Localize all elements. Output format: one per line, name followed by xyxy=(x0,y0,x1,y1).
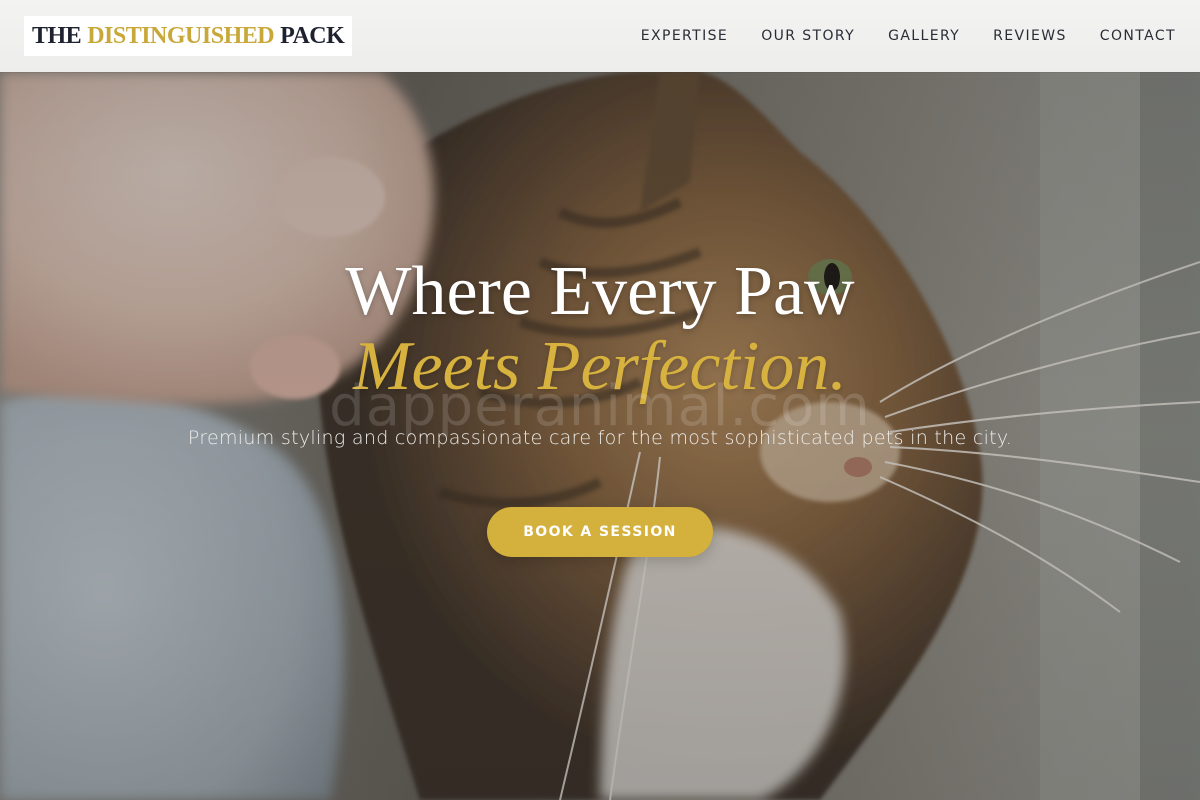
nav-link-our-story[interactable]: OUR STORY xyxy=(761,28,855,44)
hero-headline-line1: Where Every Paw xyxy=(345,253,855,330)
hero-section: Where Every Paw Meets Perfection. dapper… xyxy=(0,72,1200,800)
nav-link-contact[interactable]: CONTACT xyxy=(1100,28,1176,44)
logo-text-the: THE xyxy=(32,22,82,49)
main-nav: EXPERTISE OUR STORY GALLERY REVIEWS CONT… xyxy=(641,28,1176,44)
hero-subtitle: Premium styling and compassionate care f… xyxy=(187,427,1013,449)
logo-text-pack: PACK xyxy=(280,22,345,49)
site-header: THE DISTINGUISHED PACK EXPERTISE OUR STO… xyxy=(0,0,1200,72)
brand-logo[interactable]: THE DISTINGUISHED PACK xyxy=(24,16,353,56)
nav-link-expertise[interactable]: EXPERTISE xyxy=(641,28,728,44)
hero-content: Where Every Paw Meets Perfection. dapper… xyxy=(0,72,1200,800)
nav-link-reviews[interactable]: REVIEWS xyxy=(993,28,1067,44)
logo-text-distinguished: DISTINGUISHED xyxy=(87,22,275,49)
nav-link-gallery[interactable]: GALLERY xyxy=(888,28,960,44)
book-session-button[interactable]: BOOK A SESSION xyxy=(487,507,713,557)
